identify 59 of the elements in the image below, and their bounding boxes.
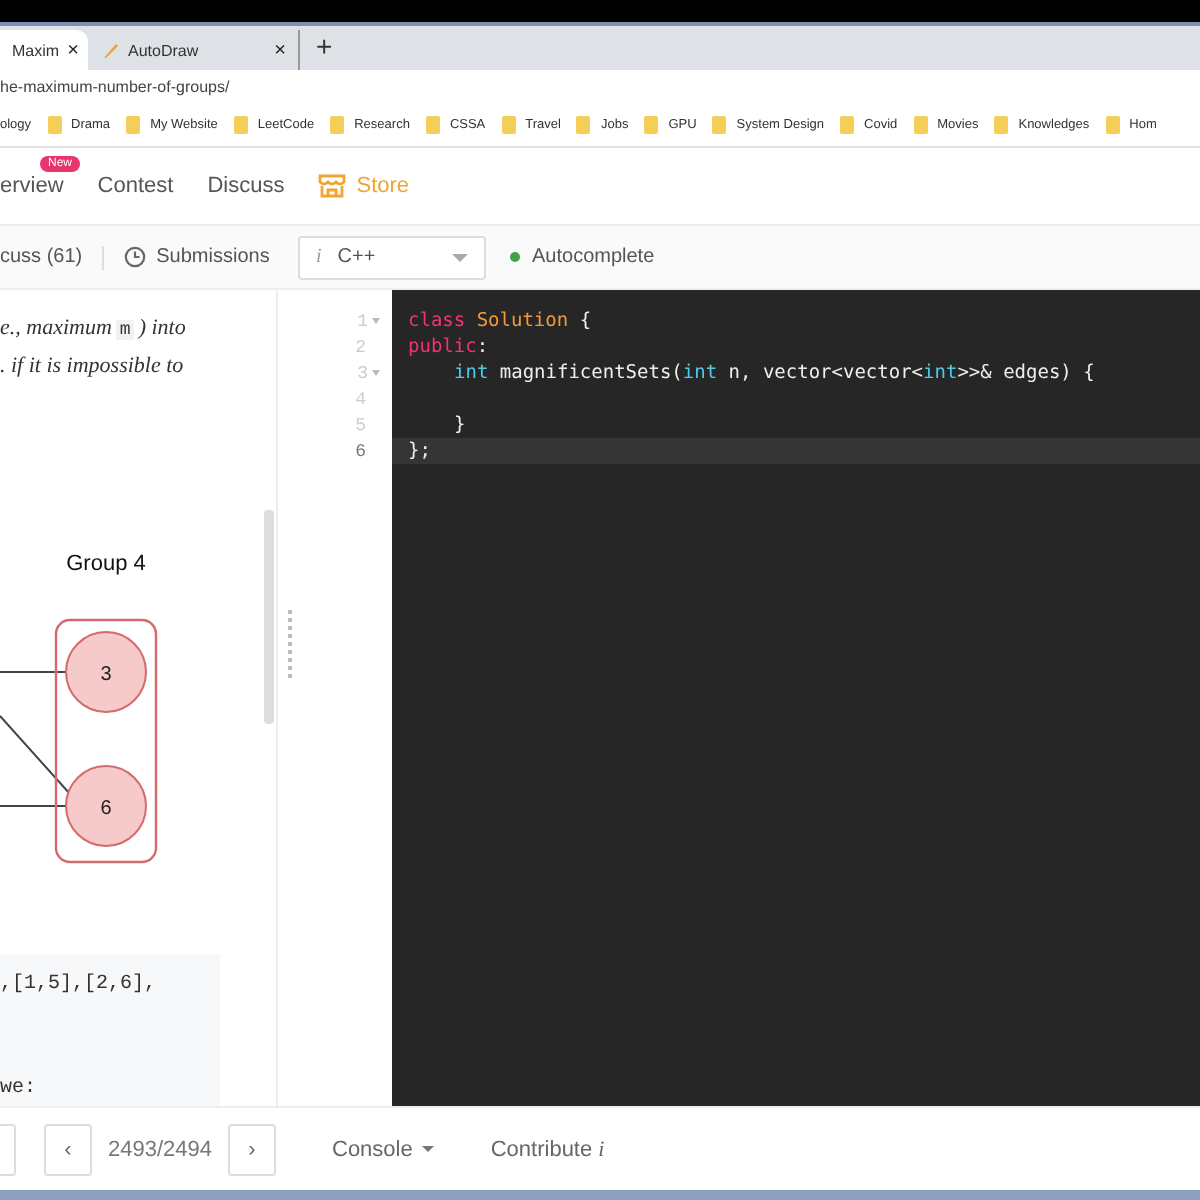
info-icon: i <box>598 1137 605 1161</box>
pager-button[interactable] <box>0 1123 16 1175</box>
caret-icon <box>422 1146 435 1152</box>
tab-title: AutoDraw <box>128 41 201 59</box>
close-icon[interactable]: × <box>274 39 286 61</box>
panel-tab[interactable]: Submissions <box>124 246 270 268</box>
address-bar-url[interactable]: he-maximum-number-of-groups/ <box>0 77 230 95</box>
fold-arrow-icon[interactable] <box>372 318 380 324</box>
folder-icon <box>1105 115 1120 133</box>
folder-icon <box>233 115 248 133</box>
language-select[interactable]: i C++ <box>298 235 486 279</box>
previous-button[interactable]: ‹ <box>44 1123 92 1175</box>
tab-title: Maxim <box>12 41 60 59</box>
scrollbar-thumb[interactable] <box>264 510 274 724</box>
folder-icon <box>913 115 928 133</box>
store-icon <box>318 174 347 198</box>
code-line: public: <box>406 334 491 360</box>
code-line: class Solution { <box>406 308 594 334</box>
folder-icon <box>994 115 1009 133</box>
close-icon[interactable]: × <box>67 39 79 61</box>
page-counter: 2493/2494 <box>108 1137 212 1161</box>
code-text: we: <box>0 1078 39 1104</box>
folder-icon <box>330 115 345 133</box>
graph-node: 6 <box>65 765 147 847</box>
next-button[interactable]: › <box>228 1123 276 1175</box>
folder-icon <box>840 115 855 133</box>
folder-icon <box>425 115 440 133</box>
autocomplete-toggle[interactable]: Autocomplete <box>510 246 655 268</box>
description-text: . if it is impossible to <box>0 352 186 382</box>
group-label: Group 4 <box>66 552 146 576</box>
resize-handle[interactable] <box>287 610 291 678</box>
folder-icon <box>576 115 591 133</box>
folder-icon <box>126 115 141 133</box>
folder-icon <box>47 115 62 133</box>
folder-icon <box>712 115 727 133</box>
new-tab-button[interactable]: + <box>316 30 333 62</box>
graph-edge <box>0 715 71 795</box>
panel-tab[interactable]: cuss (61) <box>0 246 83 268</box>
line-number: 6 <box>355 441 366 461</box>
contribute-link[interactable]: Contribute <box>490 1137 593 1161</box>
nav-link[interactable]: erview <box>0 174 64 198</box>
description-text: e., maximum m ) into <box>0 314 188 344</box>
graph-edge <box>0 671 67 673</box>
folder-icon <box>501 115 516 133</box>
info-icon: i <box>316 246 322 268</box>
console-button[interactable]: Console <box>332 1137 435 1161</box>
caret-icon <box>452 253 468 261</box>
fold-arrow-icon[interactable] <box>372 370 380 376</box>
code-line: } <box>452 412 468 438</box>
pencil-icon <box>100 40 120 60</box>
graph-node: 3 <box>65 631 147 713</box>
browser-tab[interactable]: Maxim × <box>0 30 88 70</box>
nav-link[interactable]: Discuss <box>207 174 285 198</box>
clock-icon <box>124 246 147 268</box>
code-line: int magnificentSets(int n, vector<vector<int>>& edges) { <box>452 360 1097 386</box>
graph-edge <box>0 805 67 807</box>
folder-icon <box>644 115 659 133</box>
nav-link[interactable]: Contest <box>97 174 174 198</box>
code-text: ,[1,5],[2,6], <box>0 974 159 1000</box>
